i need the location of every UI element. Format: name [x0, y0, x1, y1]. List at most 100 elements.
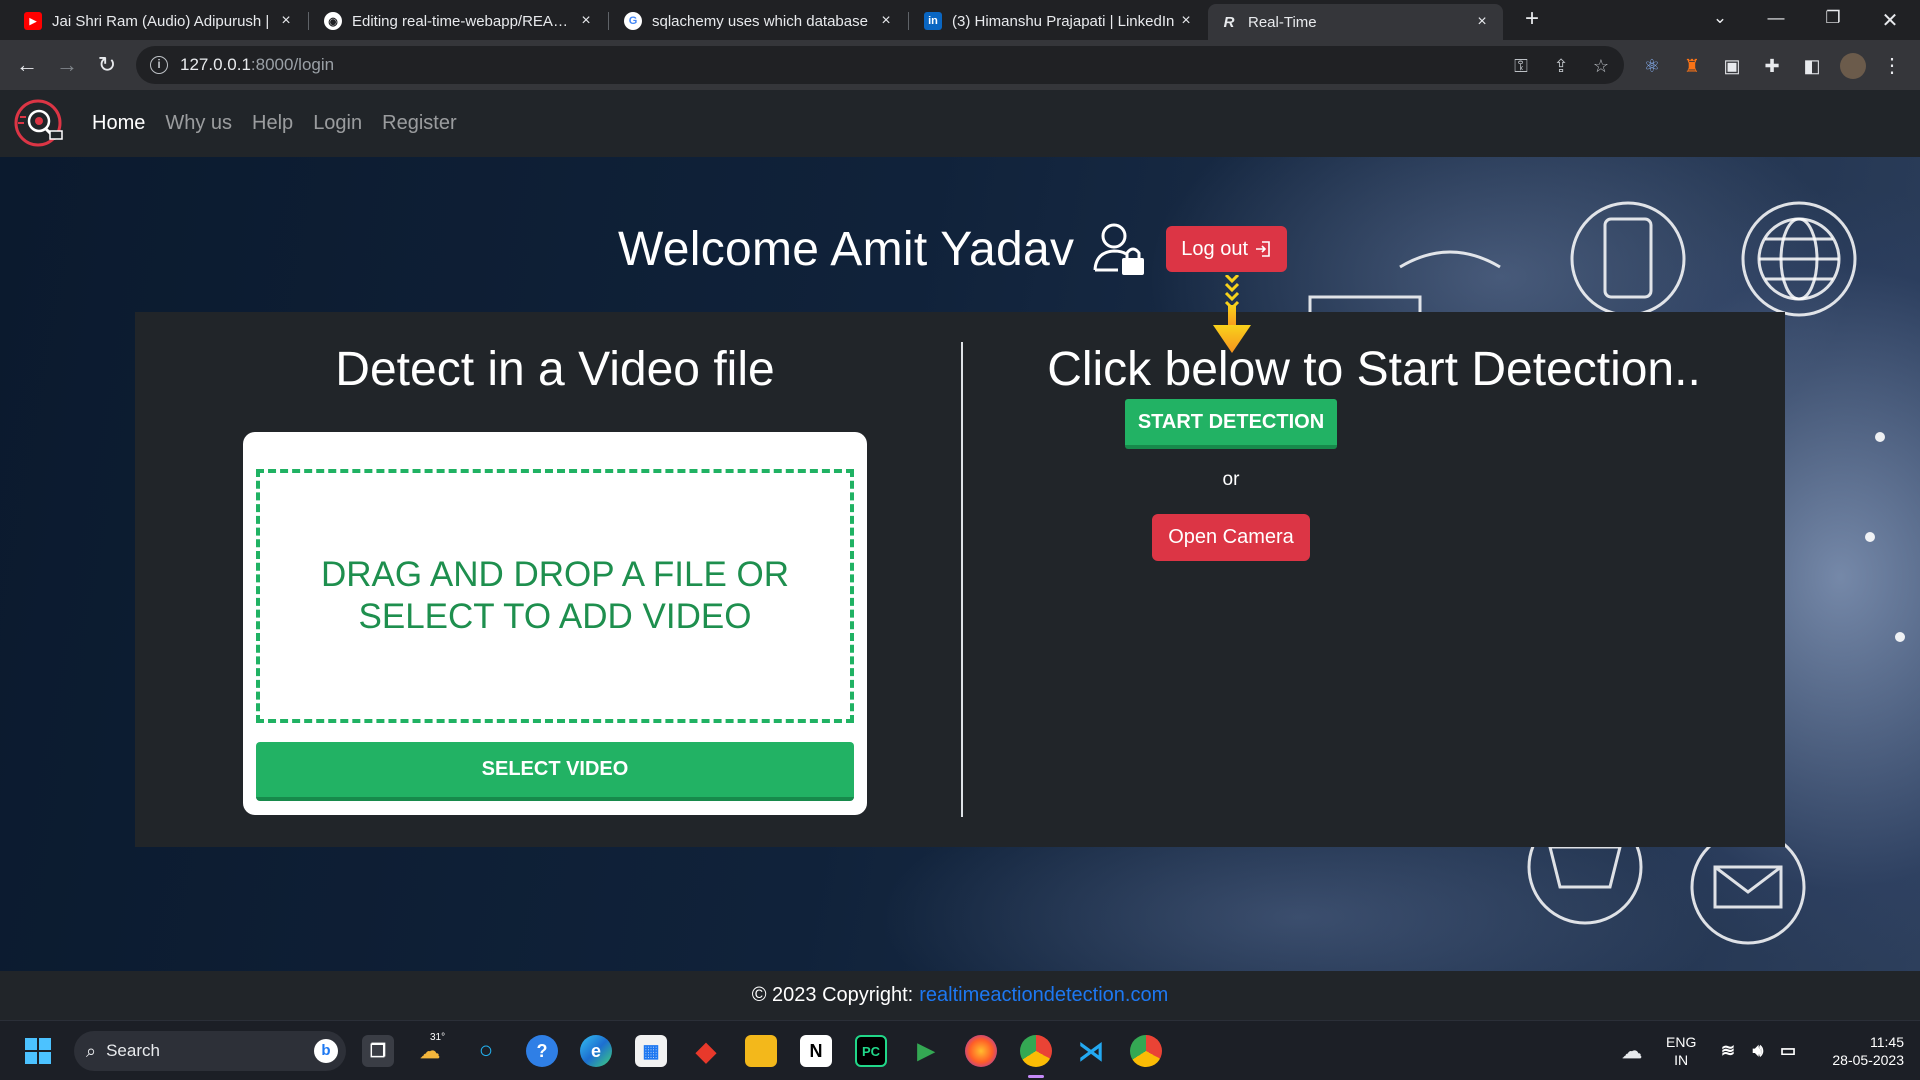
windows-taskbar: ⌕ Search b ❐ ☁ 31° ○ ? e ▦ ◆ N PC ▶ ⋊ ☁ …: [0, 1020, 1920, 1080]
onedrive-icon[interactable]: ☁: [1616, 1035, 1648, 1067]
clock-time: 11:45: [1870, 1034, 1904, 1050]
close-tab-icon[interactable]: ×: [1473, 13, 1491, 31]
address-bar[interactable]: i 127.0.0.1 :8000/login ⚿ ⇪ ☆: [136, 46, 1624, 84]
key-icon[interactable]: ⚿: [1510, 55, 1532, 77]
tab-title: Real-Time: [1248, 13, 1317, 31]
minimize-icon[interactable]: —: [1764, 8, 1788, 28]
down-arrow-icon: [1213, 275, 1251, 353]
clock[interactable]: 11:45 28-05-2023: [1814, 1033, 1904, 1069]
tab-divider: [608, 12, 609, 30]
copyright-text: © 2023 Copyright:: [751, 984, 914, 1006]
footer-link[interactable]: realtimeactiondetection.com: [919, 984, 1168, 1007]
maximize-icon[interactable]: ❐: [1821, 8, 1845, 28]
url-host: 127.0.0.1: [180, 55, 251, 74]
volume-icon[interactable]: 🔊︎: [1742, 1035, 1774, 1067]
url-path: :8000/login: [250, 55, 335, 74]
nav-home[interactable]: Home: [92, 112, 145, 135]
react-devtools-icon[interactable]: ⚛: [1640, 54, 1664, 78]
firefox-icon[interactable]: [965, 1035, 997, 1067]
menu-kebab-icon[interactable]: ⋮: [1880, 54, 1904, 78]
user-lock-icon: [1093, 223, 1145, 275]
video-file-heading: Detect in a Video file: [335, 343, 775, 396]
browser-tab-google[interactable]: G sqlachemy uses which database ×: [612, 4, 907, 38]
share-icon[interactable]: ⇪: [1550, 55, 1572, 77]
linkedin-icon: in: [924, 12, 942, 30]
site-navbar: Home Why us Help Login Register: [0, 90, 1920, 157]
cortana-icon[interactable]: ○: [470, 1035, 502, 1067]
select-video-button[interactable]: SELECT VIDEO: [256, 742, 854, 801]
close-tab-icon[interactable]: ×: [277, 12, 295, 30]
browser-toolbar: ← → ↻ i 127.0.0.1 :8000/login ⚿ ⇪ ☆: [0, 40, 1920, 90]
language-indicator[interactable]: ENG IN: [1666, 1033, 1696, 1069]
active-app-indicator: [1028, 1075, 1044, 1078]
tab-search-icon[interactable]: ⌄: [1708, 8, 1732, 28]
start-detection-button[interactable]: START DETECTION: [1125, 399, 1337, 449]
weather-temp: 31°: [430, 1032, 446, 1043]
file-explorer-icon[interactable]: [745, 1035, 777, 1067]
taskbar-search-box[interactable]: ⌕ Search b: [74, 1031, 346, 1071]
open-camera-button[interactable]: Open Camera: [1152, 514, 1310, 561]
new-tab-button[interactable]: +: [1520, 7, 1544, 32]
forward-arrow-icon[interactable]: →: [54, 52, 80, 78]
browser-tab-linkedin[interactable]: in (3) Himanshu Prajapati | LinkedIn ×: [912, 4, 1207, 38]
help-app-icon[interactable]: ?: [526, 1035, 558, 1067]
chrome-profile-icon[interactable]: [1130, 1035, 1162, 1067]
close-tab-icon[interactable]: ×: [1177, 12, 1195, 30]
tab-divider: [908, 12, 909, 30]
meet-icon[interactable]: ▶: [910, 1035, 942, 1067]
browser-tab-youtube[interactable]: ▶ Jai Shri Ram (Audio) Adipurush | ×: [12, 4, 307, 38]
browser-tab-github[interactable]: ◉ Editing real-time-webapp/README ×: [312, 4, 607, 38]
tab-title: sqlachemy uses which database: [652, 12, 868, 30]
bookmark-star-icon[interactable]: ☆: [1590, 55, 1612, 77]
extension-icon[interactable]: ♜: [1680, 54, 1704, 78]
github-icon: ◉: [324, 12, 342, 30]
notion-icon[interactable]: N: [800, 1035, 832, 1067]
or-separator: or: [1222, 469, 1240, 490]
browser-tab-real-time[interactable]: R Real-Time ×: [1208, 4, 1503, 40]
start-detection-heading: Click below to Start Detection..: [1047, 343, 1701, 396]
logout-label: Log out: [1181, 237, 1249, 260]
battery-icon[interactable]: ▭: [1772, 1035, 1804, 1067]
pycharm-icon[interactable]: PC: [855, 1035, 887, 1067]
upload-card: DRAG AND DROP A FILE OR SELECT TO ADD VI…: [243, 432, 867, 815]
close-tab-icon[interactable]: ×: [577, 12, 595, 30]
close-window-icon[interactable]: ✕: [1878, 8, 1902, 33]
wifi-icon[interactable]: ≋: [1712, 1035, 1744, 1067]
logout-icon: [1256, 241, 1270, 257]
vscode-icon[interactable]: ⋊: [1075, 1035, 1107, 1067]
task-view-icon[interactable]: ❐: [362, 1035, 394, 1067]
picture-in-picture-icon[interactable]: ▣: [1720, 54, 1744, 78]
panel-divider: [961, 342, 963, 817]
nav-help[interactable]: Help: [252, 112, 293, 135]
google-icon: G: [624, 12, 642, 30]
site-logo-icon[interactable]: [12, 97, 66, 149]
nav-links: Home Why us Help Login Register: [92, 90, 457, 157]
tab-divider: [308, 12, 309, 30]
welcome-row: Welcome Amit Yadav Log out: [618, 219, 1288, 279]
chrome-icon[interactable]: [1020, 1035, 1052, 1067]
site-info-icon[interactable]: i: [150, 56, 168, 74]
video-dropzone[interactable]: DRAG AND DROP A FILE OR SELECT TO ADD VI…: [256, 469, 854, 723]
lang-code: ENG: [1666, 1034, 1697, 1050]
close-tab-icon[interactable]: ×: [877, 12, 895, 30]
back-arrow-icon[interactable]: ←: [14, 52, 40, 78]
lang-region: IN: [1674, 1052, 1689, 1068]
nav-register[interactable]: Register: [382, 112, 456, 135]
windows-start-icon[interactable]: [22, 1035, 54, 1067]
dropzone-text: DRAG AND DROP A FILE OR SELECT TO ADD VI…: [320, 555, 790, 636]
search-icon: ⌕: [86, 1040, 97, 1061]
side-panel-icon[interactable]: ◧: [1800, 54, 1824, 78]
web-page: Home Why us Help Login Register Welcome …: [0, 90, 1920, 1020]
git-app-icon[interactable]: ◆: [690, 1035, 722, 1067]
puzzle-extensions-icon[interactable]: ✚: [1760, 54, 1784, 78]
nav-login[interactable]: Login: [313, 112, 362, 135]
tab-title: (3) Himanshu Prajapati | LinkedIn: [952, 12, 1175, 30]
nav-why-us[interactable]: Why us: [165, 112, 232, 135]
logout-button[interactable]: Log out: [1166, 226, 1288, 272]
welcome-heading: Welcome Amit Yadav: [618, 222, 1075, 276]
store-icon[interactable]: ▦: [635, 1035, 667, 1067]
profile-avatar[interactable]: [1840, 53, 1866, 79]
bing-icon[interactable]: b: [314, 1039, 338, 1063]
edge-icon[interactable]: e: [580, 1035, 612, 1067]
reload-icon[interactable]: ↻: [94, 52, 120, 78]
